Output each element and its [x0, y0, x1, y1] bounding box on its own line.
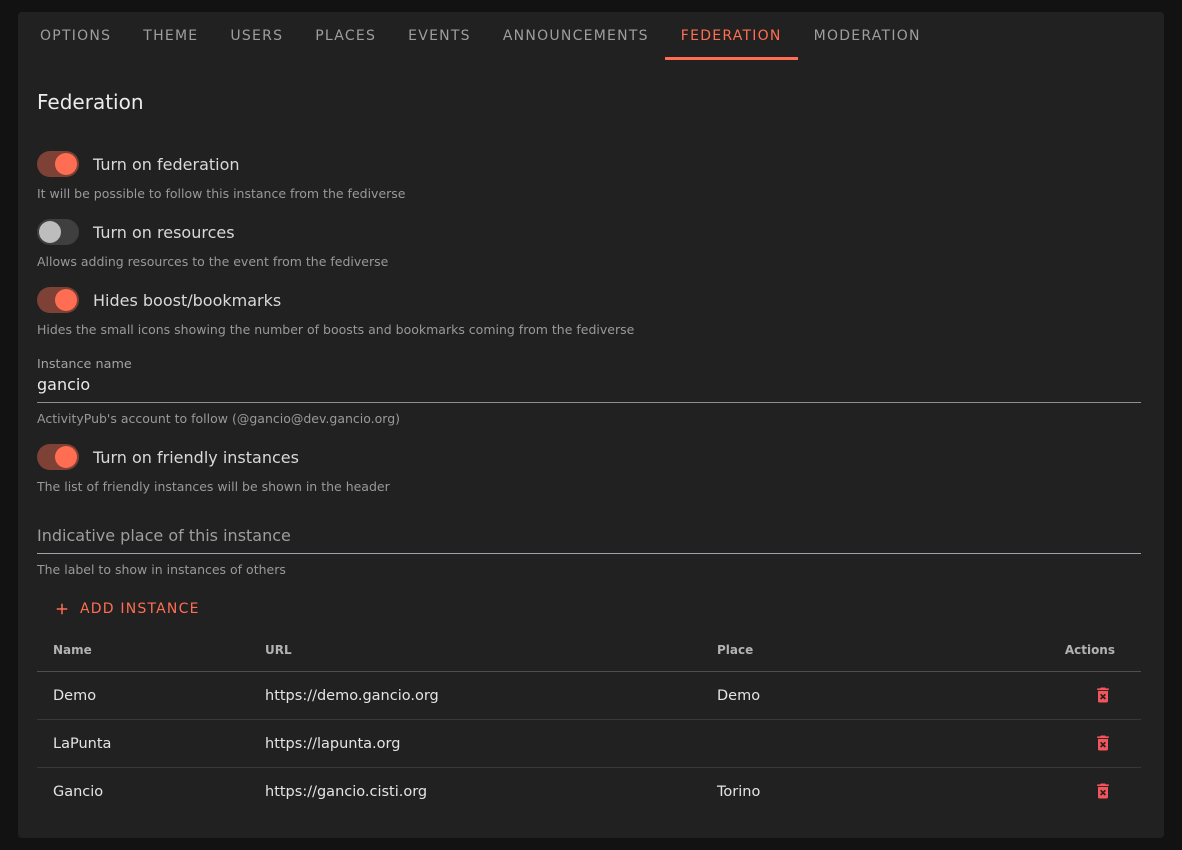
- friendly-instances-toggle-hint: The list of friendly instances will be s…: [37, 479, 1141, 494]
- toggle-thumb: [39, 221, 61, 243]
- cell-url: https://lapunta.org: [249, 736, 701, 752]
- header-actions: Actions: [1004, 643, 1141, 657]
- delete-instance-button[interactable]: [1091, 683, 1115, 707]
- hide-boosts-toggle-label[interactable]: Hides boost/bookmarks: [93, 291, 281, 310]
- resources-toggle[interactable]: [37, 219, 79, 245]
- delete-instance-button[interactable]: [1091, 779, 1115, 803]
- cell-place: Torino: [701, 784, 1004, 800]
- delete-forever-icon: [1093, 781, 1113, 801]
- delete-instance-button[interactable]: [1091, 731, 1115, 755]
- federation-toggle-hint: It will be possible to follow this insta…: [37, 186, 1141, 201]
- tab-announcements[interactable]: ANNOUNCEMENTS: [487, 12, 665, 60]
- resources-toggle-label[interactable]: Turn on resources: [93, 223, 235, 242]
- toggle-thumb: [55, 289, 77, 311]
- trusted-instances-table: Name URL Place Actions Demo https://demo…: [37, 629, 1141, 816]
- cell-url: https://gancio.cisti.org: [249, 784, 701, 800]
- tab-moderation[interactable]: MODERATION: [798, 12, 937, 60]
- toggle-thumb: [55, 446, 77, 468]
- resources-toggle-hint: Allows adding resources to the event fro…: [37, 254, 1141, 269]
- field-instance-place: The label to show in instances of others: [37, 526, 1141, 577]
- plus-icon: [53, 600, 71, 618]
- federation-toggle-label[interactable]: Turn on federation: [93, 155, 240, 174]
- delete-forever-icon: [1093, 733, 1113, 753]
- cell-name: Demo: [37, 688, 249, 704]
- add-instance-button[interactable]: ADD INSTANCE: [41, 591, 212, 627]
- admin-tab-bar: OPTIONS THEME USERS PLACES EVENTS ANNOUN…: [18, 12, 1164, 60]
- toggle-thumb: [55, 153, 77, 175]
- setting-hide-boosts: Hides boost/bookmarks Hides the small ic…: [37, 287, 1141, 337]
- table-row: Demo https://demo.gancio.org Demo: [37, 672, 1141, 720]
- tab-options[interactable]: OPTIONS: [24, 12, 127, 60]
- header-name: Name: [37, 643, 249, 657]
- tab-places[interactable]: PLACES: [299, 12, 392, 60]
- instance-name-hint: ActivityPub's account to follow (@gancio…: [37, 411, 1141, 426]
- instance-name-input[interactable]: [37, 375, 1141, 403]
- hide-boosts-toggle[interactable]: [37, 287, 79, 313]
- admin-settings-card: OPTIONS THEME USERS PLACES EVENTS ANNOUN…: [18, 12, 1164, 838]
- tab-users[interactable]: USERS: [214, 12, 299, 60]
- setting-federation: Turn on federation It will be possible t…: [37, 151, 1141, 201]
- hide-boosts-toggle-hint: Hides the small icons showing the number…: [37, 322, 1141, 337]
- setting-resources: Turn on resources Allows adding resource…: [37, 219, 1141, 269]
- federation-toggle[interactable]: [37, 151, 79, 177]
- instance-name-label: Instance name: [37, 357, 1141, 372]
- tab-federation[interactable]: FEDERATION: [665, 12, 798, 60]
- instance-place-hint: The label to show in instances of others: [37, 562, 1141, 577]
- table-header-row: Name URL Place Actions: [37, 629, 1141, 672]
- table-row: Gancio https://gancio.cisti.org Torino: [37, 768, 1141, 816]
- instance-place-input[interactable]: [37, 526, 1141, 554]
- cell-name: Gancio: [37, 784, 249, 800]
- cell-url: https://demo.gancio.org: [249, 688, 701, 704]
- header-place: Place: [701, 643, 1004, 657]
- federation-panel: Federation Turn on federation It will be…: [18, 90, 1164, 816]
- tab-events[interactable]: EVENTS: [392, 12, 487, 60]
- page-title: Federation: [37, 90, 1141, 115]
- cell-name: LaPunta: [37, 736, 249, 752]
- header-url: URL: [249, 643, 701, 657]
- cell-place: Demo: [701, 688, 1004, 704]
- delete-forever-icon: [1093, 685, 1113, 705]
- friendly-instances-toggle-label[interactable]: Turn on friendly instances: [93, 448, 299, 467]
- add-instance-button-label: ADD INSTANCE: [80, 601, 200, 617]
- friendly-instances-toggle[interactable]: [37, 444, 79, 470]
- table-row: LaPunta https://lapunta.org: [37, 720, 1141, 768]
- setting-friendly-instances: Turn on friendly instances The list of f…: [37, 444, 1141, 494]
- field-instance-name: Instance name ActivityPub's account to f…: [37, 357, 1141, 426]
- tab-theme[interactable]: THEME: [127, 12, 214, 60]
